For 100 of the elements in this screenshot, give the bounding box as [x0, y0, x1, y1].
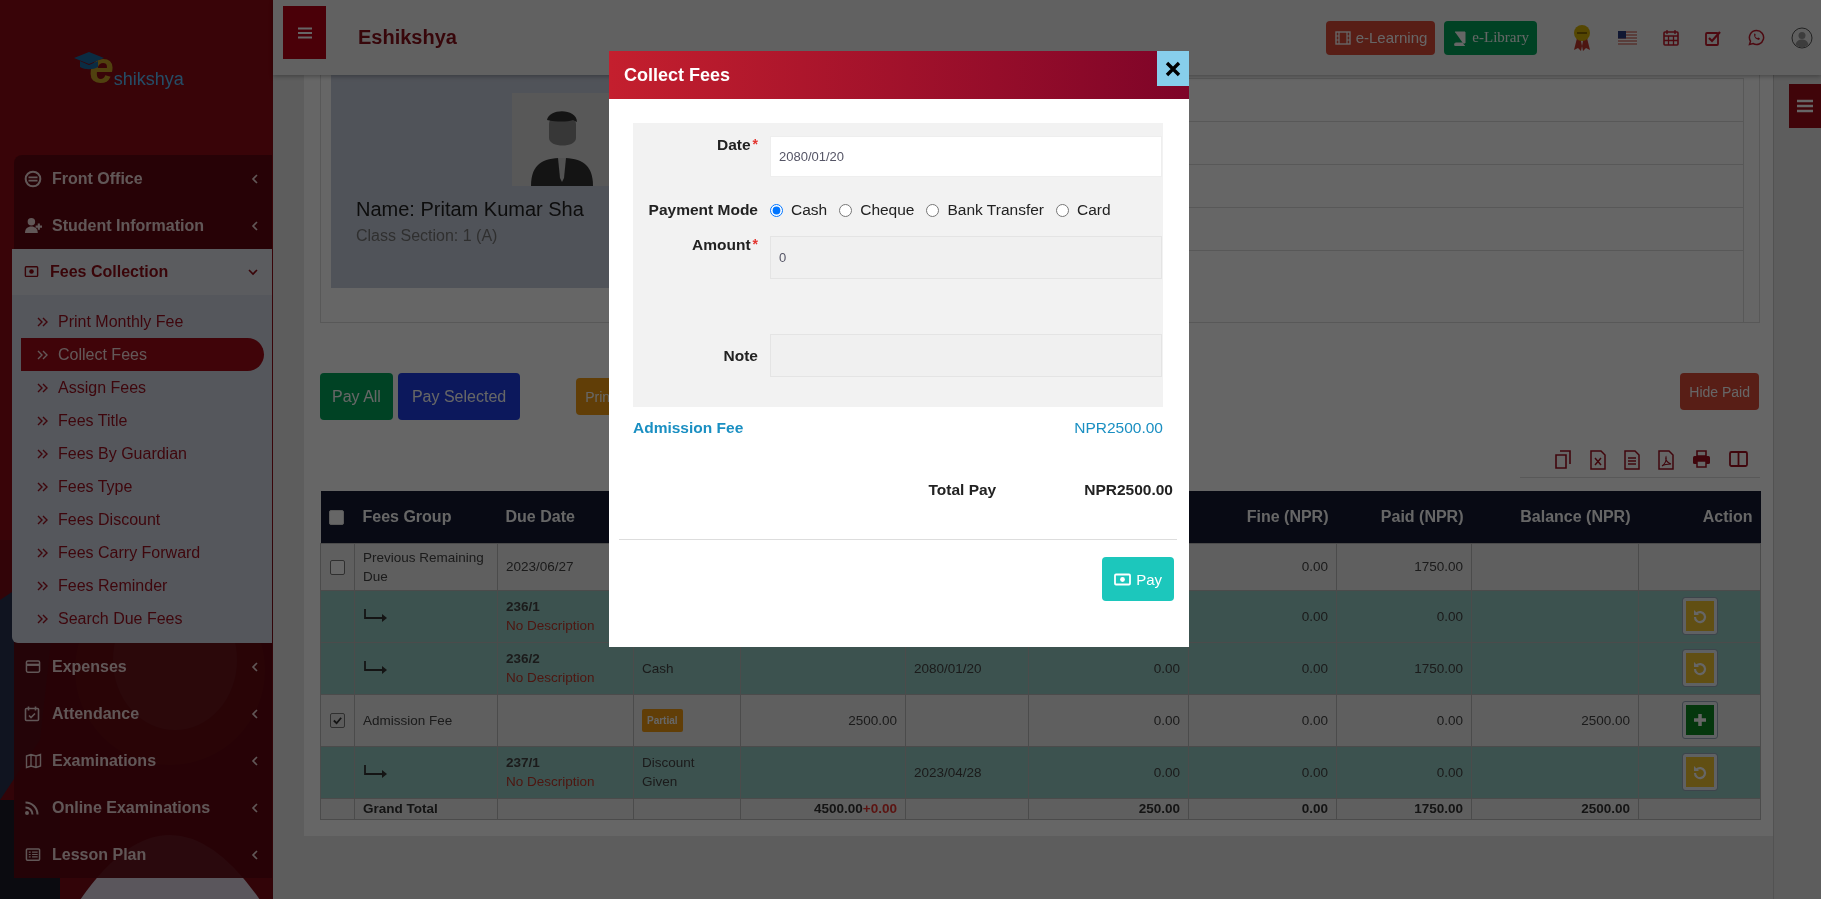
- checkbox[interactable]: [330, 559, 345, 575]
- credit-card-icon: [24, 659, 42, 674]
- list-icon: [24, 847, 42, 862]
- submenu-item[interactable]: Fees Type: [21, 470, 264, 503]
- menu-item[interactable]: Lesson Plan: [14, 831, 272, 878]
- submenu-item[interactable]: Fees Carry Forward: [21, 536, 264, 569]
- radio-button[interactable]: [1056, 203, 1069, 217]
- modal-title: Collect Fees: [624, 64, 731, 86]
- add-button[interactable]: [1682, 702, 1717, 738]
- column-header: Balance (NPR): [1471, 491, 1639, 543]
- submenu-item[interactable]: Collect Fees: [21, 338, 264, 371]
- undo-icon: [1691, 764, 1708, 780]
- radio-button[interactable]: [926, 203, 940, 217]
- double-chevron-icon: [37, 547, 48, 558]
- rss-icon: [24, 799, 40, 816]
- side-menu-button[interactable]: [1789, 84, 1821, 128]
- pay-all-button[interactable]: Pay All: [320, 373, 393, 420]
- undo-icon: [1691, 660, 1708, 676]
- menu-icon: [1797, 99, 1813, 113]
- hide-paid-button[interactable]: Hide Paid: [1680, 373, 1759, 410]
- medal-icon[interactable]: [1572, 23, 1592, 52]
- calendar-icon[interactable]: [1663, 29, 1679, 46]
- table-cell: 0.00: [1336, 694, 1472, 746]
- return-arrow-icon: [363, 608, 389, 624]
- table-cell: 2500.00: [740, 694, 906, 746]
- close-button[interactable]: [1157, 51, 1189, 86]
- undo-button[interactable]: [1682, 650, 1717, 686]
- submenu-item[interactable]: Fees Reminder: [21, 569, 264, 602]
- undo-button[interactable]: [1682, 598, 1717, 634]
- user-plus-icon: [24, 217, 43, 234]
- menu-button[interactable]: [283, 6, 326, 59]
- flag-icon[interactable]: [1618, 30, 1637, 45]
- radio-label: Cash: [791, 201, 828, 219]
- text-file-icon[interactable]: [1624, 450, 1640, 470]
- e-learning-button[interactable]: e-Learning: [1325, 20, 1436, 55]
- submenu-item[interactable]: Fees Title: [21, 404, 264, 437]
- avatar-icon: [512, 93, 611, 186]
- payment-description: No Description: [506, 669, 596, 687]
- double-chevron-icon: [37, 613, 48, 624]
- date-field[interactable]: 2080/01/20: [770, 136, 1162, 177]
- check-icon: [332, 715, 343, 727]
- double-chevron-icon: [37, 514, 48, 525]
- total-label: Total Pay: [928, 481, 997, 499]
- double-chevron-icon: [37, 580, 48, 591]
- table-cell: 0.00: [1028, 694, 1189, 746]
- plus-icon: [1691, 712, 1708, 728]
- status-badge: Partial: [642, 708, 683, 732]
- double-chevron-icon: [37, 316, 48, 327]
- radio-button[interactable]: [839, 203, 853, 217]
- double-chevron-icon: [37, 349, 48, 360]
- e-library-button[interactable]: e-Library: [1444, 20, 1537, 55]
- payment-description: No Description: [506, 617, 596, 635]
- table-cell: 2500.00: [1471, 694, 1639, 746]
- radio-label: Bank Transfer: [947, 201, 1044, 219]
- columns-icon[interactable]: [1729, 450, 1748, 468]
- radio-label: Cheque: [860, 201, 915, 219]
- menu-item[interactable]: Online Examinations: [14, 784, 272, 831]
- submenu-item[interactable]: Print Monthly Fee: [21, 305, 264, 338]
- double-chevron-icon: [37, 382, 48, 393]
- radio-button[interactable]: [770, 203, 783, 217]
- money-icon: [1114, 572, 1132, 586]
- menu-icon: [297, 26, 312, 39]
- pay-button[interactable]: Pay: [1102, 557, 1174, 601]
- menu-item[interactable]: Fees Collection: [12, 249, 272, 295]
- table-cell: Admission Fee: [354, 694, 498, 746]
- column-header: Fine (NPR): [1188, 491, 1337, 543]
- checkbox[interactable]: [330, 713, 345, 729]
- double-chevron-icon: [37, 481, 48, 492]
- pay-selected-button[interactable]: Pay Selected: [397, 373, 521, 420]
- submenu-item[interactable]: Fees By Guardian: [21, 437, 264, 470]
- submenu-item[interactable]: Fees Discount: [21, 503, 264, 536]
- submenu-item[interactable]: Search Due Fees: [21, 602, 264, 635]
- menu-item[interactable]: Attendance: [14, 690, 272, 737]
- menu-item[interactable]: Front Office: [14, 155, 272, 202]
- menu-item[interactable]: Examinations: [14, 737, 272, 784]
- chat-icon[interactable]: [1748, 29, 1765, 46]
- coin-icon: [24, 169, 42, 188]
- calendar-check-icon: [24, 705, 40, 722]
- checkbox-icon[interactable]: [1705, 29, 1722, 46]
- print-icon[interactable]: [1692, 450, 1711, 468]
- column-header: Fees Group: [354, 491, 498, 543]
- menu-item[interactable]: Student Information: [14, 202, 272, 249]
- excel-file-icon[interactable]: [1590, 450, 1606, 470]
- undo-icon: [1691, 608, 1708, 624]
- table-cell: 0.00: [1188, 543, 1337, 590]
- total-pay-amount: NPR2500.00: [1084, 481, 1173, 499]
- column-header: Paid (NPR): [1336, 491, 1472, 543]
- film-icon: [1333, 29, 1352, 46]
- double-chevron-icon: [37, 415, 48, 426]
- avatar-icon[interactable]: [1791, 26, 1813, 49]
- field-label: Date*: [715, 136, 759, 154]
- pdf-file-icon[interactable]: [1658, 450, 1674, 470]
- return-arrow-icon: [363, 660, 389, 676]
- column-header: Action: [1638, 491, 1761, 543]
- menu-item[interactable]: Expenses: [14, 643, 272, 690]
- submenu-item[interactable]: Assign Fees: [21, 371, 264, 404]
- fee-amount: NPR2500.00: [1074, 419, 1163, 437]
- double-chevron-icon: [37, 448, 48, 459]
- copy-icon[interactable]: [1554, 450, 1572, 470]
- undo-button[interactable]: [1682, 754, 1717, 790]
